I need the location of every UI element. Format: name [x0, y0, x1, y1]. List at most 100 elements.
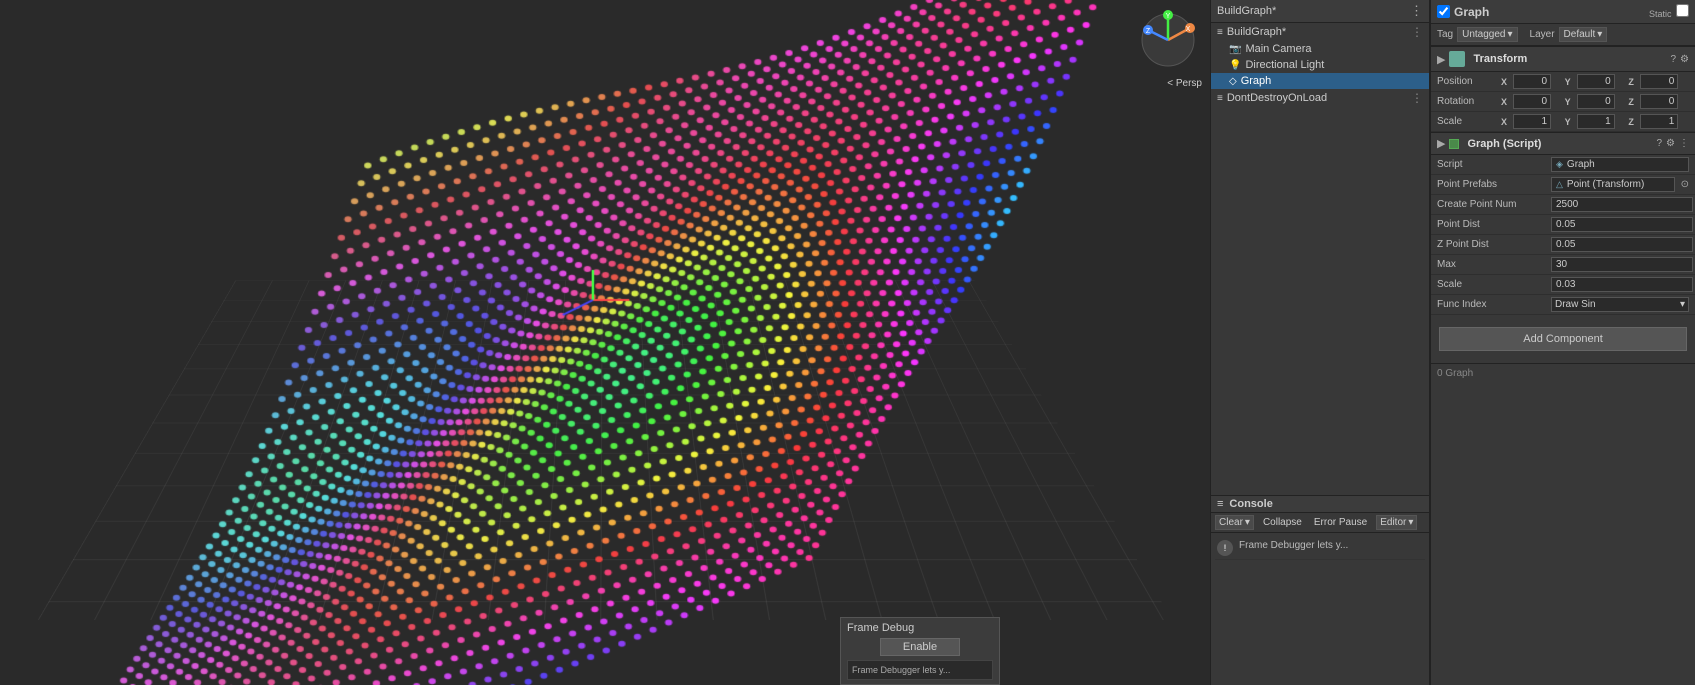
hierarchy-item-graph[interactable]: ◇ Graph	[1211, 73, 1429, 89]
point-prefabs-icon: △	[1556, 179, 1563, 190]
scale-x-input[interactable]	[1513, 114, 1551, 129]
rotation-z-field: Z	[1628, 94, 1689, 109]
layer-dropdown[interactable]: Default ▾	[1559, 27, 1608, 42]
func-index-select[interactable]: Draw Sin ▾	[1551, 297, 1689, 312]
rotation-fields: X Y Z	[1501, 94, 1689, 109]
layer-chevron: ▾	[1597, 29, 1602, 40]
graph-script-checkbox[interactable]	[1449, 139, 1459, 149]
hierarchy-item-icon: ◇	[1229, 76, 1237, 87]
transform-icon	[1449, 51, 1465, 67]
perspective-label[interactable]: < Persp	[1167, 78, 1202, 89]
hierarchy-panel: BuildGraph* ⋮ ≡ BuildGraph* ⋮📷 Main Came…	[1211, 0, 1429, 495]
graph-script-settings-icon[interactable]: ⚙	[1666, 138, 1675, 149]
position-row: Position X Y Z	[1431, 72, 1695, 92]
point-dist-input[interactable]	[1551, 217, 1693, 232]
transform-actions: ? ⚙	[1670, 54, 1689, 65]
scale-fields: X Y Z	[1501, 114, 1689, 129]
console-content: ! Frame Debugger lets y...	[1211, 533, 1429, 685]
console-editor-dropdown[interactable]: Editor ▾	[1376, 515, 1417, 530]
console-error-pause-button[interactable]: Error Pause	[1311, 516, 1370, 529]
console-editor-label: Editor	[1380, 517, 1406, 528]
create-point-num-label: Create Point Num	[1437, 199, 1547, 210]
scale-z-field: Z	[1628, 114, 1689, 129]
scale-y-field: Y	[1565, 114, 1626, 129]
max-row: Max	[1431, 255, 1695, 275]
point-prefabs-value-field[interactable]: △ Point (Transform)	[1551, 177, 1675, 192]
scale-prop-row: Scale	[1431, 275, 1695, 295]
graph-script-more-icon[interactable]: ⋮	[1679, 138, 1689, 149]
position-y-axis: Y	[1565, 77, 1575, 87]
scale-x-field: X	[1501, 114, 1562, 129]
graph-script-section-header[interactable]: ▶ Graph (Script) ? ⚙ ⋮	[1431, 132, 1695, 155]
hierarchy-menu-icon[interactable]: ⋮	[1410, 3, 1423, 19]
hierarchy-item-label: Directional Light	[1245, 59, 1324, 71]
object-active-checkbox[interactable]	[1437, 5, 1450, 18]
layer-label: Layer	[1530, 29, 1555, 40]
console-collapse-button[interactable]: Collapse	[1260, 516, 1305, 529]
tag-label: Tag	[1437, 29, 1453, 40]
orientation-gizmo[interactable]: X Y Z	[1138, 10, 1198, 70]
rotation-y-input[interactable]	[1577, 94, 1615, 109]
position-fields: X Y Z	[1501, 74, 1689, 89]
scale-z-axis: Z	[1628, 117, 1638, 127]
create-point-num-input[interactable]	[1551, 197, 1693, 212]
tag-dropdown[interactable]: Untagged ▾	[1457, 27, 1517, 42]
console-icon: ≡	[1217, 498, 1223, 510]
scale-row: Scale X Y Z	[1431, 112, 1695, 132]
hierarchy-item-dontdestroyonload[interactable]: ≡ DontDestroyOnLoad ⋮	[1211, 89, 1429, 107]
console-clear-label: Clear	[1219, 517, 1243, 528]
hierarchy-item-label: BuildGraph*	[1227, 26, 1286, 38]
hierarchy-item-menu[interactable]: ⋮	[1411, 91, 1423, 105]
position-y-input[interactable]	[1577, 74, 1615, 89]
scale-x-axis: X	[1501, 117, 1511, 127]
console-clear-dropdown[interactable]: Clear ▾	[1215, 515, 1254, 530]
tag-layer-row: Tag Untagged ▾ Layer Default ▾	[1431, 24, 1695, 46]
transform-help-icon[interactable]: ?	[1670, 54, 1676, 65]
object-name: Graph	[1454, 5, 1489, 19]
max-label: Max	[1437, 259, 1547, 270]
rotation-x-axis: X	[1501, 97, 1511, 107]
graph-script-help-icon[interactable]: ?	[1656, 138, 1662, 149]
tag-value: Untagged	[1462, 29, 1505, 40]
static-checkbox[interactable]	[1676, 4, 1689, 17]
scale-prop-input[interactable]	[1551, 277, 1693, 292]
rotation-x-input[interactable]	[1513, 94, 1551, 109]
rotation-z-input[interactable]	[1640, 94, 1678, 109]
scale-z-input[interactable]	[1640, 114, 1678, 129]
graph-script-expand-icon: ▶	[1437, 137, 1445, 150]
hierarchy-item-label: Graph	[1241, 75, 1272, 87]
hierarchy-item-main-camera[interactable]: 📷 Main Camera	[1211, 41, 1429, 57]
rotation-y-axis: Y	[1565, 97, 1575, 107]
position-x-input[interactable]	[1513, 74, 1551, 89]
point-prefabs-link-icon[interactable]: ⊙	[1681, 179, 1689, 190]
point-dist-row: Point Dist	[1431, 215, 1695, 235]
max-input[interactable]	[1551, 257, 1693, 272]
layer-value: Default	[1564, 29, 1596, 40]
frame-debug-title: Frame Debug	[847, 622, 993, 634]
transform-section-header[interactable]: ▶ Transform ? ⚙	[1431, 46, 1695, 72]
tag-chevron: ▾	[1508, 29, 1513, 40]
hierarchy-item-directional-light[interactable]: 💡 Directional Light	[1211, 57, 1429, 73]
hierarchy-item-menu[interactable]: ⋮	[1411, 25, 1423, 39]
script-prop-row: Script ◈ Graph	[1431, 155, 1695, 175]
add-component-button[interactable]: Add Component	[1439, 327, 1687, 351]
frame-debug-enable-button[interactable]: Enable	[880, 638, 960, 656]
console-toolbar: Clear ▾ Collapse Error Pause Editor ▾	[1211, 513, 1429, 533]
rotation-x-field: X	[1501, 94, 1562, 109]
graph-script-enabled	[1449, 139, 1459, 149]
scale-y-input[interactable]	[1577, 114, 1615, 129]
svg-text:X: X	[1186, 26, 1191, 33]
center-panel: BuildGraph* ⋮ ≡ BuildGraph* ⋮📷 Main Came…	[1210, 0, 1430, 685]
transform-expand-icon: ▶	[1437, 53, 1445, 66]
scale-label: Scale	[1437, 116, 1497, 127]
func-index-chevron: ▾	[1680, 299, 1685, 310]
z-point-dist-input[interactable]	[1551, 237, 1693, 252]
transform-settings-icon[interactable]: ⚙	[1680, 54, 1689, 65]
hierarchy-item-build-graph[interactable]: ≡ BuildGraph* ⋮	[1211, 23, 1429, 41]
viewport[interactable]: X Y Z < Persp Frame Debug Enable Frame D…	[0, 0, 1210, 685]
position-z-axis: Z	[1628, 77, 1638, 87]
hierarchy-item-label: DontDestroyOnLoad	[1227, 92, 1327, 104]
position-z-input[interactable]	[1640, 74, 1678, 89]
point-dist-label: Point Dist	[1437, 219, 1547, 230]
hierarchy-item-label: Main Camera	[1245, 43, 1311, 55]
